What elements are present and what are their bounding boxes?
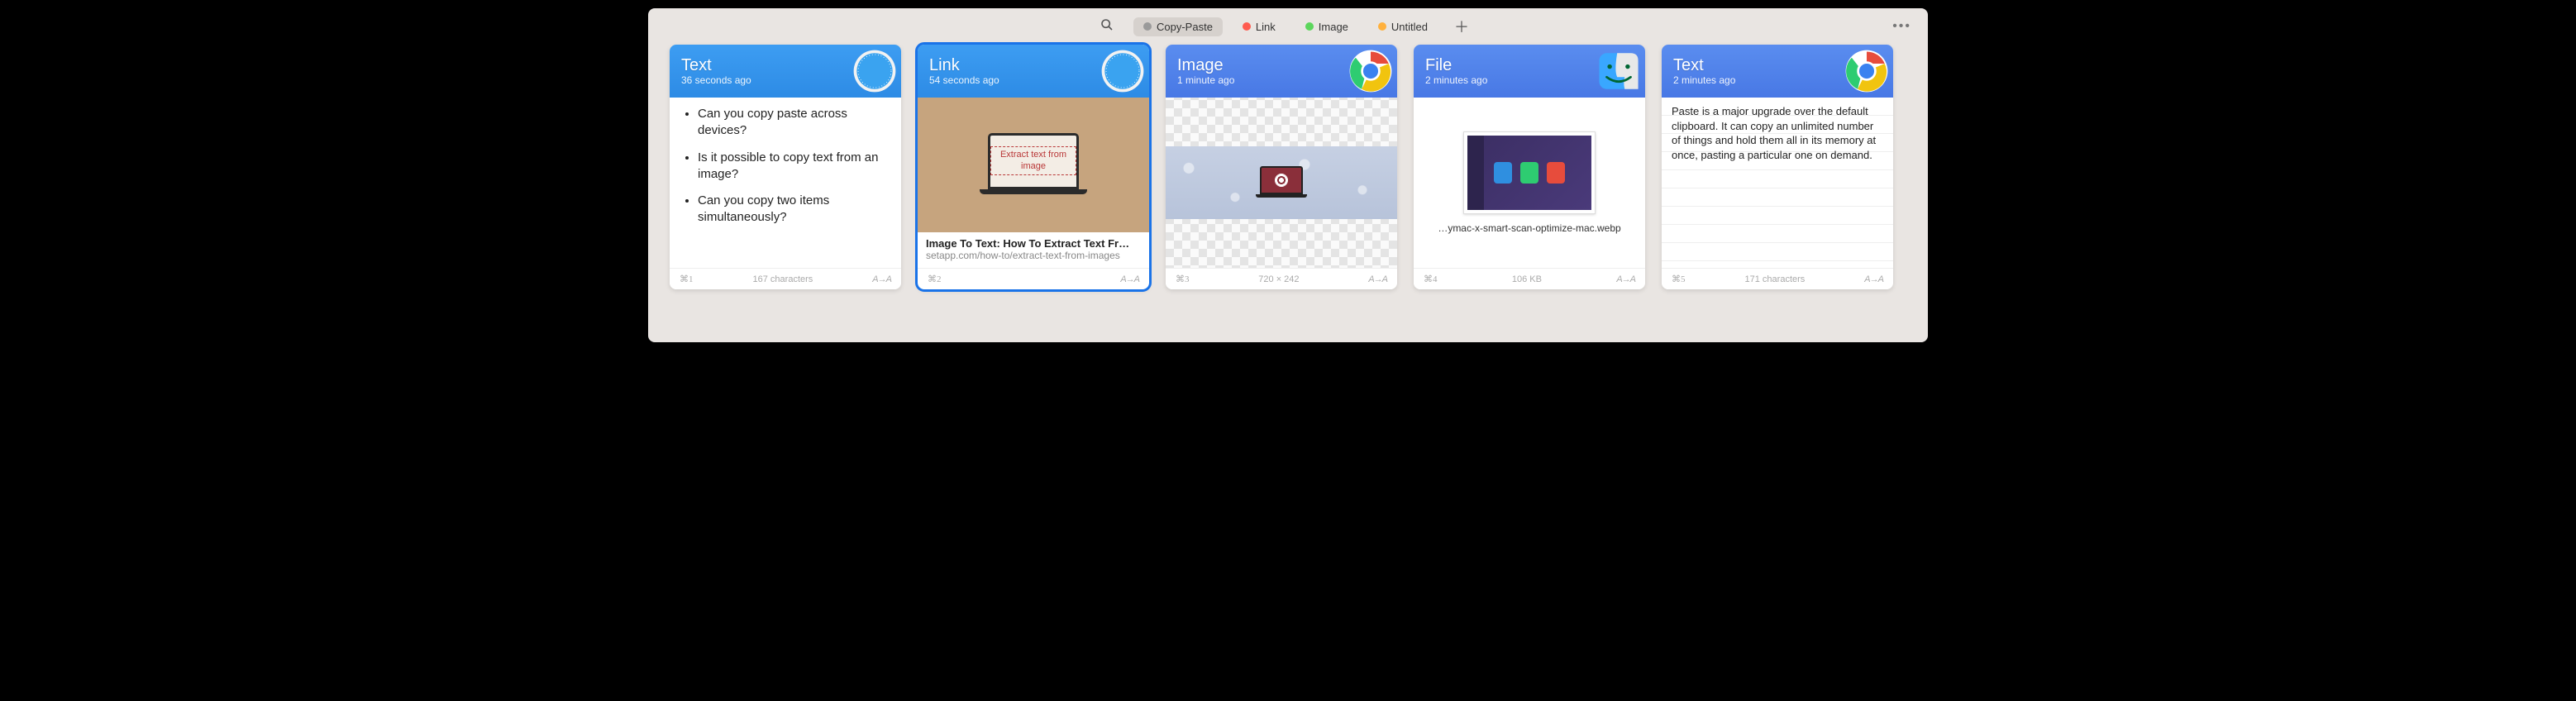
category-tab-image[interactable]: Image — [1295, 17, 1358, 36]
card-body: Can you copy paste across devices? Is it… — [670, 98, 901, 268]
category-tab-copy-paste[interactable]: Copy-Paste — [1133, 17, 1223, 36]
format-icon[interactable]: A→A — [1864, 274, 1883, 284]
format-icon[interactable]: A→A — [1120, 274, 1139, 284]
safari-icon — [1096, 45, 1149, 98]
shortcut-label: ⌘2 — [928, 274, 942, 284]
clip-card-text[interactable]: Text 36 seconds ago Can you copy paste a… — [670, 45, 901, 289]
format-icon[interactable]: A→A — [872, 274, 891, 284]
card-timestamp: 1 minute ago — [1177, 74, 1234, 86]
link-preview-image: Extract text from image — [918, 98, 1149, 232]
text-content: Can you copy paste across devices? Is it… — [670, 98, 901, 245]
card-body: Paste is a major upgrade over the defaul… — [1662, 98, 1893, 268]
clip-card-file[interactable]: File 2 minutes ago …ymac-x-smart-scan-op… — [1414, 45, 1645, 289]
list-item: Is it possible to copy text from an imag… — [698, 150, 888, 184]
tab-dot — [1243, 22, 1251, 31]
card-header: Text 2 minutes ago — [1662, 45, 1893, 98]
shortcut-label: ⌘4 — [1424, 274, 1438, 284]
card-footer: ⌘4 106 KB A→A — [1414, 268, 1645, 289]
meta-label: 106 KB — [1512, 274, 1542, 284]
format-icon[interactable]: A→A — [1368, 274, 1387, 284]
card-header: Image 1 minute ago — [1166, 45, 1397, 98]
tab-dot — [1143, 22, 1152, 31]
card-footer: ⌘1 167 characters A→A — [670, 268, 901, 289]
chrome-icon — [1344, 45, 1397, 98]
card-type: Link — [929, 56, 999, 74]
preview-caption: Extract text from image — [990, 146, 1076, 176]
card-type: Text — [1673, 56, 1735, 74]
filename-label: …ymac-x-smart-scan-optimize-mac.webp — [1438, 222, 1620, 234]
format-icon[interactable]: A→A — [1616, 274, 1635, 284]
tab-label: Copy-Paste — [1157, 21, 1213, 33]
meta-label: 171 characters — [1745, 274, 1806, 284]
link-title: Image To Text: How To Extract Text Fr… — [926, 237, 1141, 250]
card-timestamp: 2 minutes ago — [1425, 74, 1487, 86]
card-footer: ⌘3 720 × 242 A→A — [1166, 268, 1397, 289]
shortcut-label: ⌘5 — [1672, 274, 1686, 284]
file-thumbnail — [1463, 131, 1596, 214]
card-header: Text 36 seconds ago — [670, 45, 901, 98]
add-category-button[interactable]: ＋ — [1448, 14, 1476, 39]
clip-card-image[interactable]: Image 1 minute ago ⌘3 720 × 242 A→A — [1166, 45, 1397, 289]
card-header: File 2 minutes ago — [1414, 45, 1645, 98]
link-meta: Image To Text: How To Extract Text Fr… s… — [918, 232, 1149, 268]
clip-card-text[interactable]: Text 2 minutes ago Paste is a major upgr… — [1662, 45, 1893, 289]
more-icon[interactable]: ••• — [1892, 19, 1911, 34]
text-content: Paste is a major upgrade over the defaul… — [1662, 98, 1893, 268]
card-timestamp: 54 seconds ago — [929, 74, 999, 86]
list-item: Can you copy two items simultaneously? — [698, 193, 888, 227]
shortcut-label: ⌘3 — [1176, 274, 1190, 284]
card-header: Link 54 seconds ago — [918, 45, 1149, 98]
meta-label: 167 characters — [753, 274, 813, 284]
file-preview: …ymac-x-smart-scan-optimize-mac.webp — [1414, 98, 1645, 268]
card-footer: ⌘5 171 characters A→A — [1662, 268, 1893, 289]
tab-dot — [1378, 22, 1386, 31]
card-body: Extract text from image Image To Text: H… — [918, 98, 1149, 268]
finder-icon — [1592, 45, 1645, 98]
cards-row: Text 36 seconds ago Can you copy paste a… — [648, 45, 1928, 342]
chrome-icon — [1840, 45, 1893, 98]
tab-dot — [1305, 22, 1314, 31]
meta-label: 720 × 242 — [1258, 274, 1299, 284]
category-tab-link[interactable]: Link — [1233, 17, 1286, 36]
card-footer: ⌘2 A→A — [918, 268, 1149, 289]
clip-card-link[interactable]: Link 54 seconds ago Extract text from im… — [918, 45, 1149, 289]
tab-label: Image — [1319, 21, 1348, 33]
list-item: Can you copy paste across devices? — [698, 106, 888, 140]
shortcut-label: ⌘1 — [680, 274, 694, 284]
card-timestamp: 2 minutes ago — [1673, 74, 1735, 86]
safari-icon — [848, 45, 901, 98]
category-tab-untitled[interactable]: Untitled — [1368, 17, 1438, 36]
card-type: Image — [1177, 56, 1234, 74]
toolbar: Copy-Paste Link Image Untitled ＋ ••• — [648, 8, 1928, 45]
image-thumbnail — [1166, 146, 1397, 219]
link-url: setapp.com/how-to/extract-text-from-imag… — [926, 250, 1141, 263]
card-type: File — [1425, 56, 1487, 74]
card-type: Text — [681, 56, 751, 74]
tab-label: Untitled — [1391, 21, 1428, 33]
toolbar-center: Copy-Paste Link Image Untitled ＋ — [1100, 14, 1476, 39]
image-preview — [1166, 98, 1397, 268]
search-icon[interactable] — [1100, 18, 1114, 36]
clipboard-manager-window: Copy-Paste Link Image Untitled ＋ ••• Tex — [648, 8, 1928, 342]
tab-label: Link — [1256, 21, 1276, 33]
card-timestamp: 36 seconds ago — [681, 74, 751, 86]
